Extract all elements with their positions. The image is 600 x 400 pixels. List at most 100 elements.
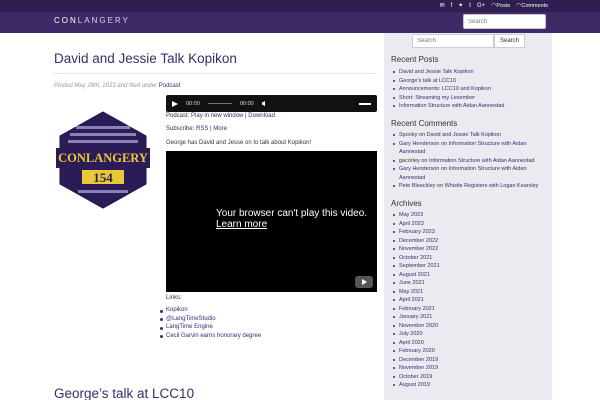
comment-post-link[interactable]: Whistle Registers with Logan Kearsley (445, 183, 539, 189)
list-item: August 2021 (393, 271, 549, 280)
archive-link[interactable]: July 2020 (399, 331, 423, 337)
logo-prefix: CON (54, 16, 78, 25)
download-link[interactable]: Download (248, 113, 275, 119)
list-item: David and Jessie Talk Kopikon (393, 68, 549, 77)
link-langtimestudio[interactable]: @LangTimeStudio (166, 316, 216, 322)
list-item: February 2023 (393, 228, 549, 237)
list-item: LangTime Engine (159, 324, 261, 333)
archive-link[interactable]: January 2021 (399, 314, 432, 320)
logo-suffix: LANGERY (77, 16, 130, 25)
facebook-icon[interactable]: f (451, 3, 453, 9)
post-title[interactable]: David and Jessie Talk Kopikon (54, 51, 237, 66)
archive-link[interactable]: April 2021 (399, 297, 424, 303)
archive-link[interactable]: August 2019 (399, 382, 430, 388)
archive-link[interactable]: April 2020 (399, 340, 424, 346)
recent-posts-list: David and Jessie Talk Kopikon George’s t… (393, 68, 549, 111)
list-item: February 2020 (393, 347, 549, 356)
list-item: October 2019 (393, 373, 549, 382)
episode-badge-image: CONLANGERY 154 (56, 111, 150, 209)
archive-link[interactable]: October 2019 (399, 374, 432, 380)
podcast-links-line: Podcast: Play in new window | Download (166, 113, 275, 119)
archive-link[interactable]: October 2021 (399, 255, 432, 261)
title-divider (54, 73, 377, 74)
link-cecil-garvin[interactable]: Cecil Garvin earns honorary degree (166, 333, 261, 339)
list-item: July 2020 (393, 330, 549, 339)
google-plus-icon[interactable]: G+ (477, 3, 485, 9)
list-item: George’s talk at LCC10 (393, 77, 549, 86)
recent-post-link[interactable]: Announcements: LCC10 and Kopikon (399, 86, 491, 92)
more-link[interactable]: More (213, 126, 227, 132)
podcast-label: Podcast: (166, 113, 192, 119)
list-item: Spooky on David and Jessie Talk Kopikon (393, 131, 549, 140)
list-item: February 2021 (393, 305, 549, 314)
link-langtime-engine[interactable]: LangTime Engine (166, 324, 213, 330)
sidebar: Search Recent Posts David and Jessie Tal… (384, 33, 552, 400)
recent-comments-heading: Recent Comments (391, 119, 458, 128)
video-embed[interactable]: Your browser can't play this video. Lear… (166, 151, 377, 292)
post-meta: Posted May 28th, 2023 and filed under Po… (54, 83, 180, 89)
audio-progress-bar[interactable] (207, 103, 232, 104)
recent-post-link[interactable]: George’s talk at LCC10 (399, 78, 456, 84)
badge-number: 154 (93, 170, 113, 185)
list-item: August 2019 (393, 381, 549, 390)
audio-player: 00:00 00:00 (166, 95, 377, 112)
category-link[interactable]: Podcast (159, 83, 181, 89)
archive-link[interactable]: November 2022 (399, 246, 438, 252)
comment-on: on (439, 166, 449, 172)
rss-link[interactable]: RSS (196, 126, 208, 132)
volume-icon[interactable] (261, 100, 266, 107)
play-icon[interactable] (172, 100, 178, 107)
archive-link[interactable]: May 2021 (399, 289, 423, 295)
social-links: ✉ f ✦ t G+ ◠Posts ◠Comments (440, 2, 548, 10)
rss-comments-link[interactable]: ◠Comments (516, 2, 548, 9)
list-item: Gary Henderson on Information Structure … (393, 140, 549, 157)
video-error-message: Your browser can't play this video. Lear… (216, 208, 367, 230)
archive-link[interactable]: June 2021 (399, 280, 425, 286)
recent-post-link[interactable]: Information Structure with Aidan Aannest… (399, 103, 504, 109)
archive-link[interactable]: February 2021 (399, 306, 435, 312)
subscribe-line: Subscribe: RSS | More (166, 126, 227, 132)
recent-post-link[interactable]: Short: Streaming my Lexember (399, 95, 475, 101)
comment-on: on (439, 140, 449, 147)
play-new-window-link[interactable]: Play in new window (191, 113, 243, 119)
recent-post-link[interactable]: David and Jessie Talk Kopikon (399, 69, 474, 75)
archive-link[interactable]: December 2022 (399, 238, 438, 244)
sidebar-search-input[interactable] (412, 34, 494, 48)
archive-link[interactable]: September 2021 (399, 263, 440, 269)
comment-post-link[interactable]: Information Structure with Aidan Aannest… (429, 158, 534, 164)
header-search-input[interactable] (463, 14, 546, 29)
next-post-title[interactable]: George’s talk at LCC10 (54, 386, 194, 400)
volume-slider[interactable] (359, 102, 371, 105)
top-bar: ✉ f ✦ t G+ ◠Posts ◠Comments CONLANGERY (0, 0, 600, 33)
email-icon[interactable]: ✉ (440, 2, 445, 9)
recent-comments-list: Spooky on David and Jessie Talk Kopikon … (393, 131, 549, 191)
comment-post-link[interactable]: David and Jessie Talk Kopikon (427, 132, 502, 138)
archive-link[interactable]: November 2019 (399, 365, 438, 371)
list-item: October 2021 (393, 254, 549, 263)
rss-posts-link[interactable]: ◠Posts (491, 2, 510, 9)
comment-author-link[interactable]: Gary Henderson (399, 141, 439, 147)
main-content: David and Jessie Talk Kopikon Posted May… (54, 33, 377, 400)
comment-author-link[interactable]: Gary Henderson (399, 166, 439, 172)
site-logo[interactable]: CONLANGERY (54, 16, 130, 25)
archive-link[interactable]: May 2023 (399, 212, 423, 218)
youtube-logo-icon[interactable] (355, 276, 373, 288)
archive-link[interactable]: November 2020 (399, 323, 438, 329)
link-kopikon[interactable]: Kopikon (166, 307, 188, 313)
comment-author-link[interactable]: Pete Bleackley (399, 183, 435, 189)
archive-link[interactable]: December 2019 (399, 357, 438, 363)
learn-more-link[interactable]: Learn more (216, 219, 367, 230)
twitter-icon[interactable]: ✦ (458, 2, 463, 9)
list-item: September 2021 (393, 262, 549, 271)
archive-link[interactable]: February 2020 (399, 348, 435, 354)
archive-link[interactable]: August 2021 (399, 272, 430, 278)
list-item: December 2019 (393, 356, 549, 365)
tumblr-icon[interactable]: t (469, 3, 471, 9)
archive-link[interactable]: April 2023 (399, 221, 424, 227)
archive-link[interactable]: February 2023 (399, 229, 435, 235)
recent-posts-heading: Recent Posts (391, 55, 439, 64)
sidebar-search-button[interactable]: Search (494, 34, 525, 48)
audio-total-time: 00:00 (239, 100, 254, 107)
list-item: November 2019 (393, 364, 549, 373)
comment-author: Spooky (399, 132, 418, 138)
